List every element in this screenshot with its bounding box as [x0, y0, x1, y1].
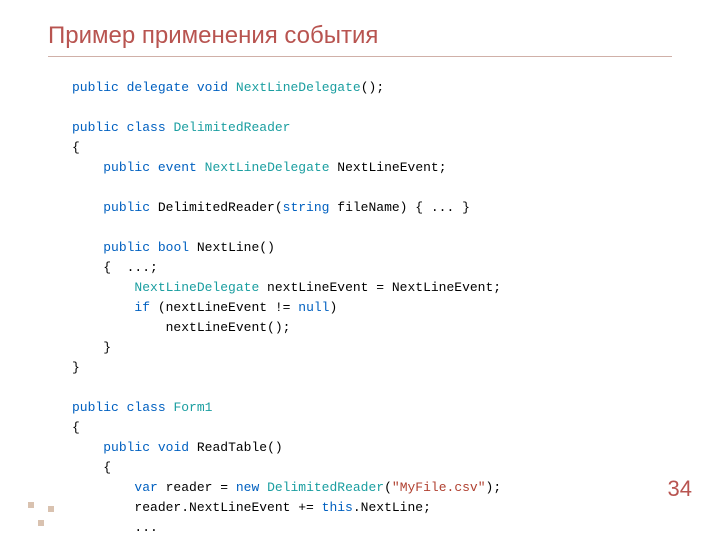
if-close: )	[329, 300, 337, 315]
kw-bool: bool	[158, 240, 189, 255]
code-text: ();	[361, 80, 384, 95]
if-cond: (nextLineEvent !=	[150, 300, 298, 315]
brace-close: }	[103, 340, 111, 355]
kw-event: event	[158, 160, 197, 175]
event-decl: NextLineEvent;	[330, 160, 447, 175]
type-delimitedreader: DelimitedReader	[173, 120, 290, 135]
kw-void: void	[197, 80, 228, 95]
subscribe-line: reader.NextLineEvent +=	[134, 500, 321, 515]
page-number: 34	[668, 476, 692, 502]
deco-square	[48, 506, 54, 512]
string-literal: "MyFile.csv"	[392, 480, 486, 495]
brace-open: {	[103, 460, 111, 475]
kw-class: class	[127, 120, 166, 135]
dots: ...	[134, 520, 157, 535]
readtable-sig: ReadTable()	[189, 440, 283, 455]
kw-public: public	[72, 80, 119, 95]
brace-open: {	[72, 420, 80, 435]
brace-open: {	[72, 140, 80, 155]
kw-delegate: delegate	[127, 80, 189, 95]
kw-var: var	[134, 480, 157, 495]
type-nextlinedelegate: NextLineDelegate	[236, 80, 361, 95]
ctor-open: (	[384, 480, 392, 495]
kw-this: this	[322, 500, 353, 515]
code-block: public delegate void NextLineDelegate();…	[72, 78, 501, 538]
kw-null: null	[298, 300, 329, 315]
reader-eq: reader =	[158, 480, 236, 495]
deco-square	[28, 502, 34, 508]
type-form1: Form1	[173, 400, 212, 415]
title-underline	[48, 56, 672, 57]
ctor-rest: fileName) { ... }	[329, 200, 469, 215]
local-decl: nextLineEvent = NextLineEvent;	[259, 280, 501, 295]
ctor-close: );	[486, 480, 502, 495]
ctor-sig: DelimitedReader(	[150, 200, 283, 215]
kw-string: string	[283, 200, 330, 215]
call-line: nextLineEvent();	[166, 320, 291, 335]
block-open: { ...;	[103, 260, 158, 275]
subscribe-end: .NextLine;	[353, 500, 431, 515]
deco-square	[38, 520, 44, 526]
slide-title: Пример применения события	[48, 22, 378, 50]
brace-close: }	[72, 360, 80, 375]
kw-if: if	[134, 300, 150, 315]
kw-new: new	[236, 480, 259, 495]
nextline-sig: NextLine()	[189, 240, 275, 255]
